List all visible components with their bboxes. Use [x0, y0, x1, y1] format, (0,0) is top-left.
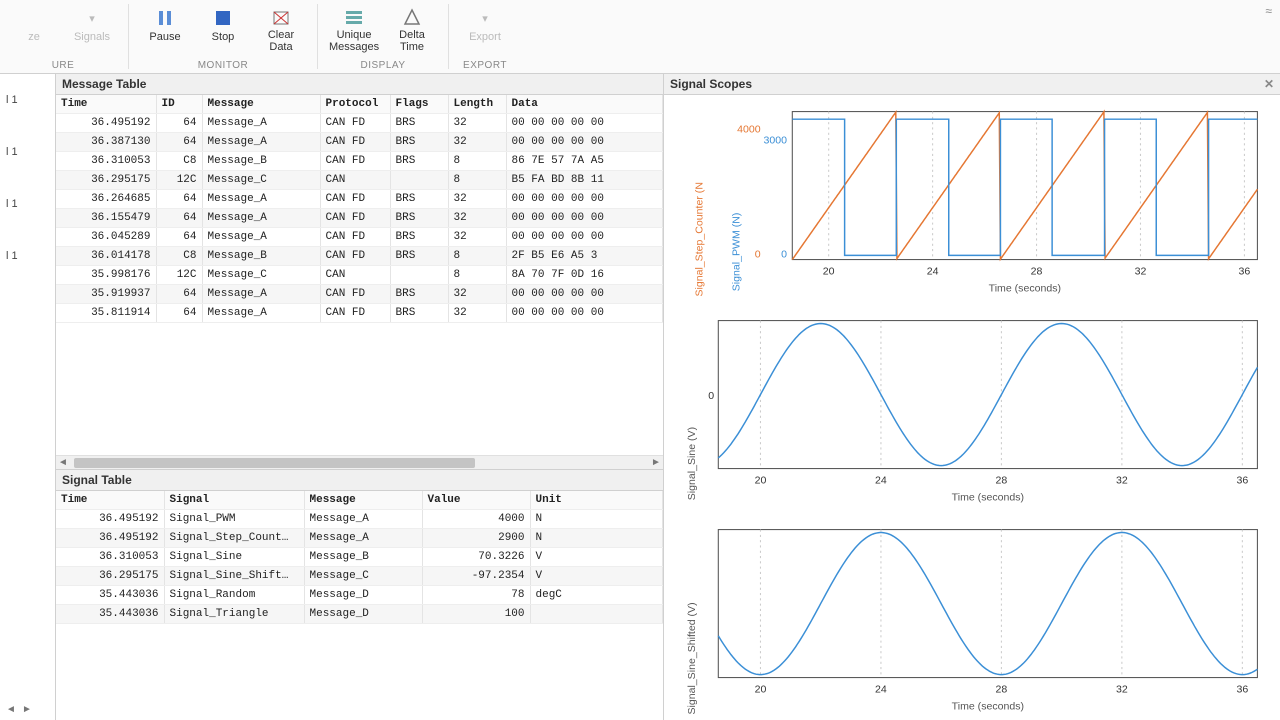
message-table[interactable]: TimeIDMessageProtocolFlagsLengthData 36.… — [56, 95, 663, 323]
stop-button[interactable]: Stop — [195, 2, 251, 58]
nav-left-icon[interactable]: ◄ — [6, 704, 16, 714]
svg-text:36: 36 — [1239, 265, 1251, 277]
sidebar-item[interactable]: l 1 — [0, 94, 55, 106]
pause-button[interactable]: Pause — [137, 2, 193, 58]
scroll-thumb[interactable] — [74, 458, 475, 468]
signals-icon: ▾ — [81, 7, 103, 29]
svg-text:28: 28 — [1031, 265, 1043, 277]
svg-text:36: 36 — [1236, 474, 1248, 486]
unique-icon — [343, 7, 365, 27]
scope2-ylabel: Signal_Sine (V) — [686, 427, 698, 500]
ribbon-btn-ze[interactable]: ze — [6, 2, 62, 58]
table-row[interactable]: 36.15547964Message_ACAN FDBRS3200 00 00 … — [56, 209, 663, 228]
svg-text:36: 36 — [1236, 683, 1248, 695]
nav-right-icon[interactable]: ► — [22, 704, 32, 714]
svg-text:20: 20 — [755, 683, 767, 695]
scope-2: Signal_Sine (V) 0 20 24 28 32 36 Time (secon… — [664, 304, 1280, 513]
col-header[interactable]: Unit — [530, 491, 663, 510]
table-row[interactable]: 36.295175Signal_Sine_Shift…Message_C-97.… — [56, 567, 663, 586]
export-icon: ▾ — [474, 7, 496, 29]
sidebar-item[interactable]: l 1 — [0, 146, 55, 158]
table-row[interactable]: 36.014178C8Message_BCAN FDBRS82F B5 E6 A… — [56, 247, 663, 266]
table-row[interactable]: 36.38713064Message_ACAN FDBRS3200 00 00 … — [56, 133, 663, 152]
export-button[interactable]: ▾Export — [457, 2, 513, 58]
col-header[interactable]: Message — [202, 95, 320, 114]
svg-text:0: 0 — [708, 390, 714, 402]
scope-1: Signal_Step_Counter (N Signal_PWM (N) 40… — [664, 95, 1280, 304]
ribbon-group-configure: URE — [52, 60, 75, 71]
clear-icon — [270, 7, 292, 27]
ribbon-group-monitor: MONITOR — [198, 60, 249, 71]
table-row[interactable]: 36.310053Signal_SineMessage_B70.3226V — [56, 548, 663, 567]
sidebar-item[interactable]: l 1 — [0, 250, 55, 262]
table-row[interactable]: 36.310053C8Message_BCAN FDBRS886 7E 57 7… — [56, 152, 663, 171]
ribbon: ze ▾Signals URE Pause Stop Clear Data MO… — [0, 0, 1280, 74]
signal-table[interactable]: TimeSignalMessageValueUnit 36.495192Sign… — [56, 491, 663, 624]
pause-icon — [154, 7, 176, 29]
message-table-title: Message Table — [56, 74, 663, 95]
table-row[interactable]: 35.443036Signal_RandomMessage_D78degC — [56, 586, 663, 605]
svg-text:28: 28 — [996, 683, 1008, 695]
col-header[interactable]: Value — [422, 491, 530, 510]
col-header[interactable]: Signal — [164, 491, 304, 510]
delta-icon — [401, 7, 423, 27]
delta-time-button[interactable]: Delta Time — [384, 2, 440, 58]
table-row[interactable]: 35.99817612CMessage_CCAN88A 70 7F 0D 16 — [56, 266, 663, 285]
col-header[interactable]: Time — [56, 95, 156, 114]
table-row[interactable]: 36.495192Signal_PWMMessage_A4000N — [56, 510, 663, 529]
table-row[interactable]: 36.495192Signal_Step_Count…Message_A2900… — [56, 529, 663, 548]
col-header[interactable]: Length — [448, 95, 506, 114]
svg-text:20: 20 — [823, 265, 835, 277]
table-row[interactable]: 35.81191464Message_ACAN FDBRS3200 00 00 … — [56, 304, 663, 323]
svg-text:28: 28 — [996, 474, 1008, 486]
svg-text:24: 24 — [875, 474, 887, 486]
blank-icon — [23, 7, 45, 29]
svg-text:0: 0 — [781, 248, 787, 260]
signal-scopes-title: Signal Scopes ✕ — [664, 74, 1280, 95]
table-row[interactable]: 35.443036Signal_TriangleMessage_D100 — [56, 605, 663, 624]
table-row[interactable]: 36.04528964Message_ACAN FDBRS3200 00 00 … — [56, 228, 663, 247]
clear-data-button[interactable]: Clear Data — [253, 2, 309, 58]
col-header[interactable]: Message — [304, 491, 422, 510]
svg-text:3000: 3000 — [764, 134, 788, 146]
svg-text:32: 32 — [1116, 474, 1128, 486]
svg-text:4000: 4000 — [737, 124, 761, 136]
col-header[interactable]: ID — [156, 95, 202, 114]
col-header[interactable]: Flags — [390, 95, 448, 114]
scope3-ylabel: Signal_Sine_Shifted (V) — [686, 602, 698, 714]
svg-text:32: 32 — [1135, 265, 1147, 277]
ribbon-group-export: EXPORT — [463, 60, 507, 71]
scope1-ylabel-right: Signal_PWM (N) — [730, 213, 742, 292]
table-row[interactable]: 36.29517512CMessage_CCAN8B5 FA BD 8B 11 — [56, 171, 663, 190]
scope2-xlabel: Time (seconds) — [952, 491, 1024, 503]
svg-text:20: 20 — [755, 474, 767, 486]
col-header[interactable]: Protocol — [320, 95, 390, 114]
signals-button[interactable]: ▾Signals — [64, 2, 120, 58]
scope1-xlabel: Time (seconds) — [989, 282, 1061, 294]
sidebar: l 1 l 1 l 1 l 1 ◄ ► — [0, 74, 56, 720]
col-header[interactable]: Time — [56, 491, 164, 510]
ribbon-group-display: DISPLAY — [361, 60, 406, 71]
collapse-ribbon-icon[interactable]: ≈ — [1257, 0, 1280, 22]
svg-text:0: 0 — [755, 248, 761, 260]
message-table-hscroll[interactable]: ◄ ► — [56, 455, 663, 469]
svg-text:24: 24 — [875, 683, 887, 695]
signal-table-title: Signal Table — [56, 470, 663, 491]
table-row[interactable]: 36.26468564Message_ACAN FDBRS3200 00 00 … — [56, 190, 663, 209]
scroll-left-icon[interactable]: ◄ — [56, 457, 70, 468]
close-icon[interactable]: ✕ — [1264, 77, 1274, 91]
scope1-ylabel-left: Signal_Step_Counter (N — [693, 182, 705, 296]
scroll-right-icon[interactable]: ► — [649, 457, 663, 468]
table-row[interactable]: 35.91993764Message_ACAN FDBRS3200 00 00 … — [56, 285, 663, 304]
unique-messages-button[interactable]: Unique Messages — [326, 2, 382, 58]
svg-text:32: 32 — [1116, 683, 1128, 695]
scope-3: Signal_Sine_Shifted (V) 20 24 28 32 36 Time … — [664, 513, 1280, 720]
sidebar-item[interactable]: l 1 — [0, 198, 55, 210]
stop-icon — [212, 7, 234, 29]
col-header[interactable]: Data — [506, 95, 663, 114]
scope3-xlabel: Time (seconds) — [952, 700, 1024, 712]
svg-text:24: 24 — [927, 265, 939, 277]
table-row[interactable]: 36.49519264Message_ACAN FDBRS3200 00 00 … — [56, 114, 663, 133]
